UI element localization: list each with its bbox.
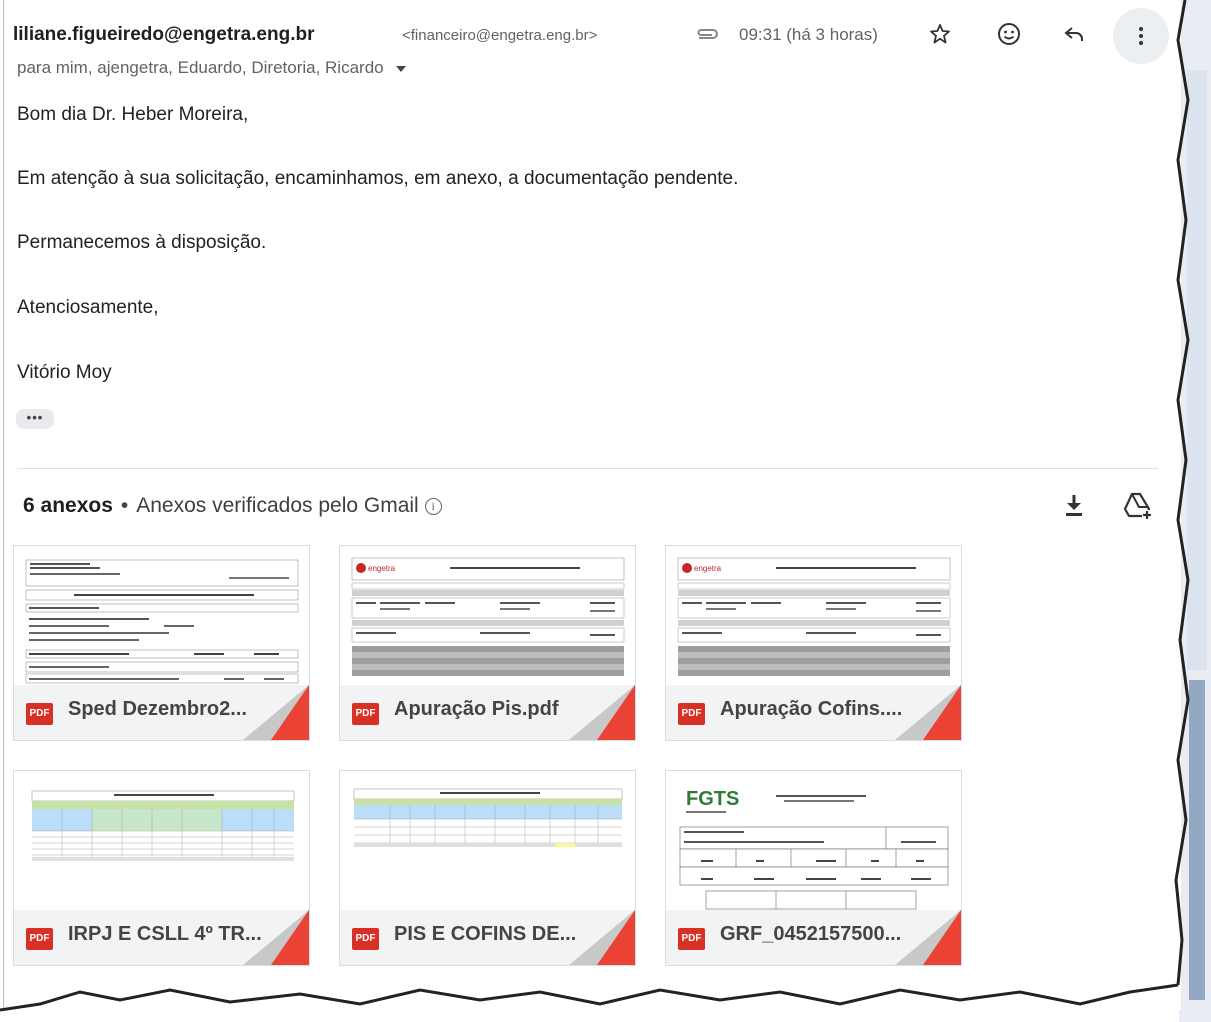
body-closing: Atenciosamente, [17,297,159,318]
body-greeting: Bom dia Dr. Heber Moreira, [17,104,249,125]
reply-button[interactable] [1054,14,1094,54]
smile-icon [998,23,1020,45]
message-time[interactable]: 09:31 (há 3 horas) [739,25,878,45]
attachment-thumbnail: engetra [340,546,635,687]
attachment-thumbnail [340,771,635,912]
star-button[interactable] [920,14,960,54]
attachment-name: PIS E COFINS DE... [394,923,577,945]
pdf-icon: PDF [352,928,379,950]
attachment-name: Apuração Cofins.... [720,698,903,720]
attachment-name: IRPJ E CSLL 4º TR... [68,923,262,945]
attachment-footer: PDF Apuração Cofins.... [666,685,961,740]
paperclip-icon [697,29,718,39]
fgts-logo: FGTS [686,788,739,810]
attachment-footer: PDF GRF_0452157500... [666,910,961,965]
body-signature: Vitório Moy [17,362,112,383]
attachment-thumbnail: engetra [666,546,961,687]
attachment-thumbnail: FGTS [666,771,961,912]
attachment-name: Apuração Pis.pdf [394,698,559,720]
more-vert-icon [1139,27,1143,45]
caret-down-icon[interactable] [395,65,406,72]
info-icon[interactable]: i [424,497,442,515]
pdf-icon: PDF [26,928,53,950]
show-trimmed-content-button[interactable]: ••• [16,409,54,429]
background-window-edge [1179,0,1211,1022]
engetra-logo: engetra [368,564,396,573]
attachment-footer: PDF Sped Dezembro2... [14,685,309,740]
attachment-footer: PDF Apuração Pis.pdf [340,685,635,740]
pdf-icon: PDF [678,703,705,725]
reply-icon [1064,27,1083,41]
page-curl-icon [243,910,309,965]
pdf-icon: PDF [352,703,379,725]
attachment-card[interactable]: PDF PIS E COFINS DE... [339,770,636,966]
attachment-card[interactable]: engetra PDF Apuração Cofins.... [665,545,962,741]
separator-dot: • [120,494,129,517]
attachment-footer: PDF PIS E COFINS DE... [340,910,635,965]
page-curl-icon [243,685,309,740]
drive-add-icon[interactable] [1119,488,1155,524]
email-message: liliane.figueiredo@engetra.eng.br <finan… [3,0,1181,1010]
attachments-header: 6 anexos • Anexos verificados pelo Gmail i [23,494,442,518]
attachment-card[interactable]: FGTS PDF GRF_0452157500... [665,770,962,966]
sender-name[interactable]: liliane.figueiredo@engetra.eng.br [13,24,314,46]
star-icon [930,24,950,44]
page-curl-icon [569,685,635,740]
attachment-card[interactable]: engetra PDF Apuração Pis.pdf [339,545,636,741]
emoji-reaction-button[interactable] [989,14,1029,54]
page-curl-icon [895,685,961,740]
attachment-name: GRF_0452157500... [720,923,902,945]
more-options-button[interactable] [1113,8,1169,64]
attachment-card[interactable]: PDF Sped Dezembro2... [13,545,310,741]
sender-email: <financeiro@engetra.eng.br> [402,27,598,44]
recipients-line[interactable]: para mim, ajengetra, Eduardo, Diretoria,… [17,58,406,78]
page-curl-icon [895,910,961,965]
pdf-icon: PDF [678,928,705,950]
page-curl-icon [569,910,635,965]
recipients-text: para mim, ajengetra, Eduardo, Diretoria,… [17,58,384,77]
attachment-thumbnail [14,546,309,687]
attachment-footer: PDF IRPJ E CSLL 4º TR... [14,910,309,965]
engetra-logo: engetra [694,564,722,573]
download-icon[interactable] [1057,488,1091,522]
attachment-card[interactable]: PDF IRPJ E CSLL 4º TR... [13,770,310,966]
divider [17,468,1158,469]
background-panel [1189,680,1205,1000]
attachments-count: 6 anexos [23,494,113,517]
body-paragraph: Em atenção à sua solicitação, encaminham… [17,168,739,189]
pdf-icon: PDF [26,703,53,725]
attachment-thumbnail [14,771,309,912]
attachment-name: Sped Dezembro2... [68,698,247,720]
body-paragraph: Permanecemos à disposição. [17,232,267,253]
attachments-verified-label: Anexos verificados pelo Gmail [136,494,419,517]
background-scrollbar [1187,70,1207,670]
